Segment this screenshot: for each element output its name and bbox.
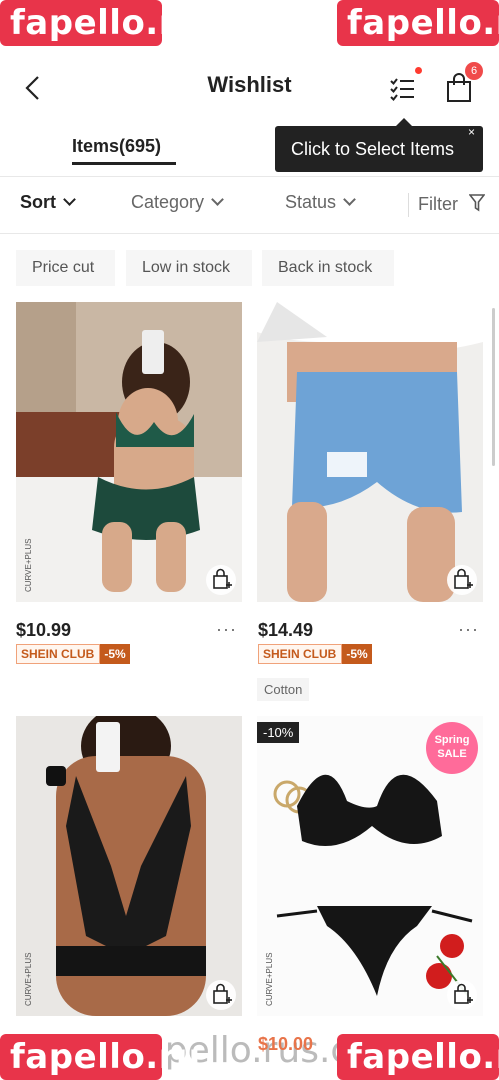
club-label: SHEIN CLUB [16,644,101,664]
category-dropdown[interactable]: Category [131,192,224,213]
funnel-icon [468,194,486,212]
discount-badge: -10% [257,722,300,743]
filter-label: Filter [418,194,458,214]
product-image[interactable] [16,302,242,602]
scrollbar[interactable] [492,308,495,466]
product-image[interactable] [16,716,242,1016]
product-price-partial: $10.00 [258,1034,314,1054]
select-items-tooltip: Click to Select Items [275,126,483,172]
chevron-down-icon [211,193,224,206]
watermark-badge: fapello.ru [337,1034,499,1080]
chevron-down-icon [343,193,356,206]
watermark-badge: fapello.ru [337,0,499,46]
tooltip-arrow [396,118,412,126]
product-price: $10.99 [16,620,72,640]
chip-back-in-stock[interactable]: Back in stock [262,250,394,286]
chip-price-cut[interactable]: Price cut [16,250,115,286]
tab-items[interactable]: Items(695) [72,136,161,157]
chip-low-in-stock[interactable]: Low in stock [126,250,252,286]
product-image[interactable] [257,302,483,602]
bag-count-badge: 6 [465,62,483,80]
club-discount: -5% [100,644,130,664]
sort-dropdown[interactable]: Sort [20,192,76,213]
attribute-tag: Cotton [257,678,310,701]
product-price: $14.49 [258,620,314,640]
tooltip-close-icon[interactable]: × [468,125,475,139]
watermark-badge: fapello.ru [0,1034,200,1080]
divider [0,176,499,177]
chevron-down-icon [63,193,76,206]
promo-badge: Spring SALE [426,722,478,774]
filter-button[interactable]: Filter [418,192,486,215]
club-label: SHEIN CLUB [258,644,343,664]
brand-label: CURVE+PLUS [24,952,33,1006]
sort-label: Sort [20,192,56,212]
add-to-cart-icon[interactable] [206,565,236,595]
brand-label: CURVE+PLUS [265,952,274,1006]
select-list-icon[interactable] [388,74,416,102]
add-to-cart-icon[interactable] [447,980,477,1010]
club-discount: -5% [342,644,372,664]
watermark-badge: fapello.ru [0,0,200,46]
status-dropdown[interactable]: Status [285,192,356,213]
shein-club-badge: SHEIN CLUB -5% [16,644,130,664]
divider [0,233,499,234]
add-to-cart-icon[interactable] [447,565,477,595]
more-options-icon[interactable]: ··· [216,619,237,640]
more-options-icon[interactable]: ··· [458,619,479,640]
notification-dot [415,67,422,74]
brand-label: CURVE+PLUS [24,538,33,592]
filter-divider [408,193,409,217]
status-label: Status [285,192,337,212]
tab-underline [72,162,176,165]
add-to-cart-icon[interactable] [206,980,236,1010]
category-label: Category [131,192,205,212]
page-title: Wishlist [207,72,292,97]
shein-club-badge: SHEIN CLUB -5% [258,644,372,664]
